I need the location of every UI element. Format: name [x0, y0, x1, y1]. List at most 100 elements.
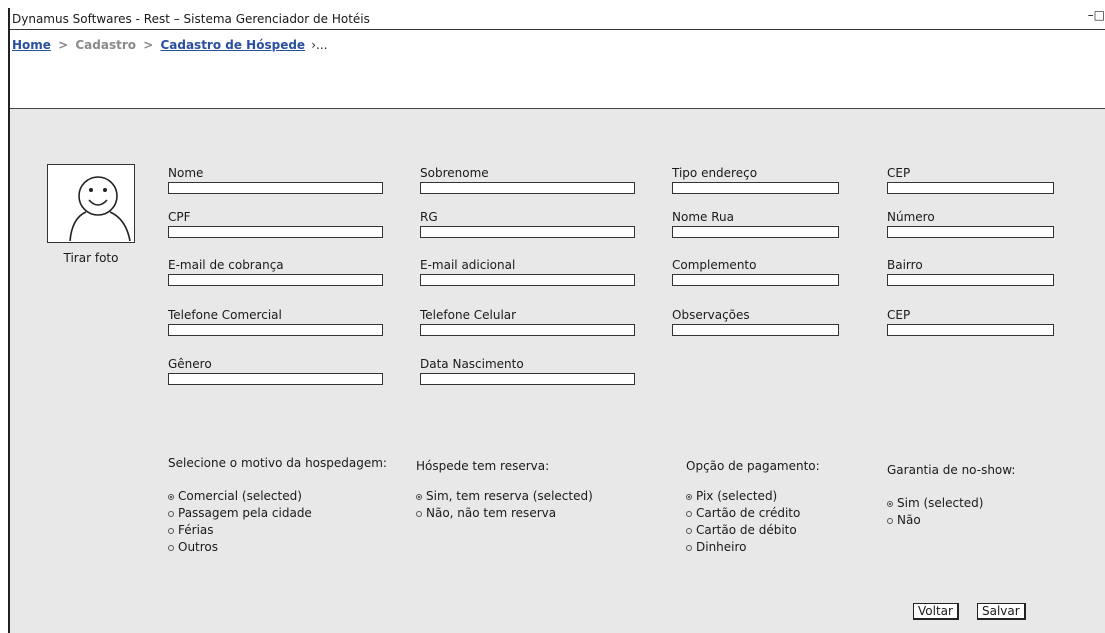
- noshow-option-label: Sim (selected): [897, 496, 984, 510]
- complemento-label: Complemento: [672, 258, 757, 272]
- sobrenome-input[interactable]: [420, 182, 635, 194]
- app-window: Dynamus Softwares - Rest – Sistema Geren…: [8, 8, 1105, 633]
- bairro-label: Bairro: [887, 258, 923, 272]
- telefone-comercial-input[interactable]: [168, 324, 383, 336]
- telefone-celular-input[interactable]: [420, 324, 635, 336]
- field-nome-rua: Nome Rua: [672, 210, 839, 238]
- cep-2-label: CEP: [887, 308, 911, 322]
- radio-selected-icon: [168, 493, 174, 500]
- motivo-option[interactable]: Passagem pela cidade: [168, 505, 387, 522]
- bairro-input[interactable]: [887, 274, 1054, 286]
- pagamento-option[interactable]: Dinheiro: [686, 539, 820, 556]
- radio-selected-icon: [416, 493, 422, 500]
- window-controls[interactable]: –□: [1088, 8, 1105, 22]
- reserva-title: Hóspede tem reserva:: [416, 459, 550, 473]
- email-adicional-label: E-mail adicional: [420, 258, 516, 272]
- pagamento-option[interactable]: Pix (selected): [686, 488, 820, 505]
- cep-label: CEP: [887, 166, 911, 180]
- nome-input[interactable]: [168, 182, 383, 194]
- rg-input[interactable]: [420, 226, 635, 238]
- motivo-option-label: Outros: [178, 540, 219, 554]
- motivo-title: Selecione o motivo da hospedagem:: [168, 456, 387, 470]
- motivo-option-label: Férias: [178, 523, 214, 537]
- take-photo-label[interactable]: Tirar foto: [47, 251, 135, 265]
- pagamento-option-label: Dinheiro: [696, 540, 747, 554]
- tipo-endereco-label: Tipo endereço: [672, 166, 758, 180]
- breadcrumb-separator: >: [58, 38, 69, 52]
- cpf-label: CPF: [168, 210, 191, 224]
- field-sobrenome: Sobrenome: [420, 166, 635, 194]
- window-title: Dynamus Softwares - Rest – Sistema Geren…: [12, 12, 370, 26]
- pagamento-option[interactable]: Cartão de débito: [686, 522, 820, 539]
- pagamento-title: Opção de pagamento:: [686, 459, 820, 473]
- cep-input[interactable]: [887, 182, 1054, 194]
- field-email-cobranca: E-mail de cobrança: [168, 258, 383, 286]
- field-bairro: Bairro: [887, 258, 1054, 286]
- motivo-radio-group: Selecione o motivo da hospedagem: Comerc…: [168, 456, 387, 556]
- tipo-endereco-input[interactable]: [672, 182, 839, 194]
- breadcrumb-tail: ›...: [311, 38, 328, 52]
- breadcrumb-current[interactable]: Cadastro de Hóspede: [160, 38, 305, 52]
- motivo-option[interactable]: Outros: [168, 539, 387, 556]
- pagamento-radio-group: Opção de pagamento: Pix (selected) Cartã…: [686, 459, 820, 556]
- radio-unselected-icon: [168, 510, 174, 517]
- field-complemento: Complemento: [672, 258, 839, 286]
- radio-unselected-icon: [168, 527, 174, 534]
- motivo-option-label: Passagem pela cidade: [178, 506, 312, 520]
- field-numero: Número: [887, 210, 1054, 238]
- genero-input[interactable]: [168, 373, 383, 385]
- pagamento-option-label: Pix (selected): [696, 489, 778, 503]
- pagamento-option-label: Cartão de débito: [696, 523, 797, 537]
- noshow-option[interactable]: Não: [887, 512, 1015, 529]
- salvar-button[interactable]: Salvar: [977, 603, 1026, 620]
- email-cobranca-label: E-mail de cobrança: [168, 258, 284, 272]
- field-nome: Nome: [168, 166, 383, 194]
- radio-unselected-icon: [168, 544, 174, 551]
- radio-selected-icon: [686, 493, 692, 500]
- noshow-option-label: Não: [897, 513, 921, 527]
- email-adicional-input[interactable]: [420, 274, 635, 286]
- motivo-option-label: Comercial (selected): [178, 489, 302, 503]
- motivo-option[interactable]: Comercial (selected): [168, 488, 387, 505]
- cep-2-input[interactable]: [887, 324, 1054, 336]
- user-avatar-icon: [69, 176, 131, 242]
- genero-label: Gênero: [168, 357, 212, 371]
- noshow-title: Garantia de no-show:: [887, 463, 1016, 477]
- telefone-comercial-label: Telefone Comercial: [168, 308, 282, 322]
- nome-rua-input[interactable]: [672, 226, 839, 238]
- field-observacoes: Observações: [672, 308, 839, 336]
- reserva-option[interactable]: Não, não tem reserva: [416, 505, 593, 522]
- complemento-input[interactable]: [672, 274, 839, 286]
- radio-unselected-icon: [686, 510, 692, 517]
- radio-unselected-icon: [686, 544, 692, 551]
- reserva-option-label: Não, não tem reserva: [426, 506, 557, 520]
- radio-selected-icon: [887, 500, 893, 507]
- motivo-option[interactable]: Férias: [168, 522, 387, 539]
- cpf-input[interactable]: [168, 226, 383, 238]
- noshow-radio-group: Garantia de no-show: Sim (selected) Não: [887, 463, 1015, 529]
- field-data-nascimento: Data Nascimento: [420, 357, 635, 385]
- reserva-option[interactable]: Sim, tem reserva (selected): [416, 488, 593, 505]
- voltar-button[interactable]: Voltar: [913, 603, 959, 620]
- breadcrumb-separator: >: [143, 38, 154, 52]
- radio-unselected-icon: [686, 527, 692, 534]
- field-telefone-celular: Telefone Celular: [420, 308, 635, 336]
- numero-input[interactable]: [887, 226, 1054, 238]
- reserva-radio-group: Hóspede tem reserva: Sim, tem reserva (s…: [416, 459, 593, 522]
- nome-rua-label: Nome Rua: [672, 210, 734, 224]
- email-cobranca-input[interactable]: [168, 274, 383, 286]
- breadcrumb: Home > Cadastro > Cadastro de Hóspede ›.…: [12, 38, 328, 52]
- pagamento-option[interactable]: Cartão de crédito: [686, 505, 820, 522]
- observacoes-input[interactable]: [672, 324, 839, 336]
- field-cep-1: CEP: [887, 166, 1054, 194]
- noshow-option[interactable]: Sim (selected): [887, 495, 1015, 512]
- pagamento-option-label: Cartão de crédito: [696, 506, 801, 520]
- rg-label: RG: [420, 210, 438, 224]
- photo-placeholder[interactable]: [47, 164, 135, 243]
- breadcrumb-cadastro[interactable]: Cadastro: [75, 38, 136, 52]
- data-nascimento-input[interactable]: [420, 373, 635, 385]
- field-genero: Gênero: [168, 357, 383, 385]
- radio-unselected-icon: [887, 517, 893, 524]
- breadcrumb-home[interactable]: Home: [12, 38, 51, 52]
- field-cpf: CPF: [168, 210, 383, 238]
